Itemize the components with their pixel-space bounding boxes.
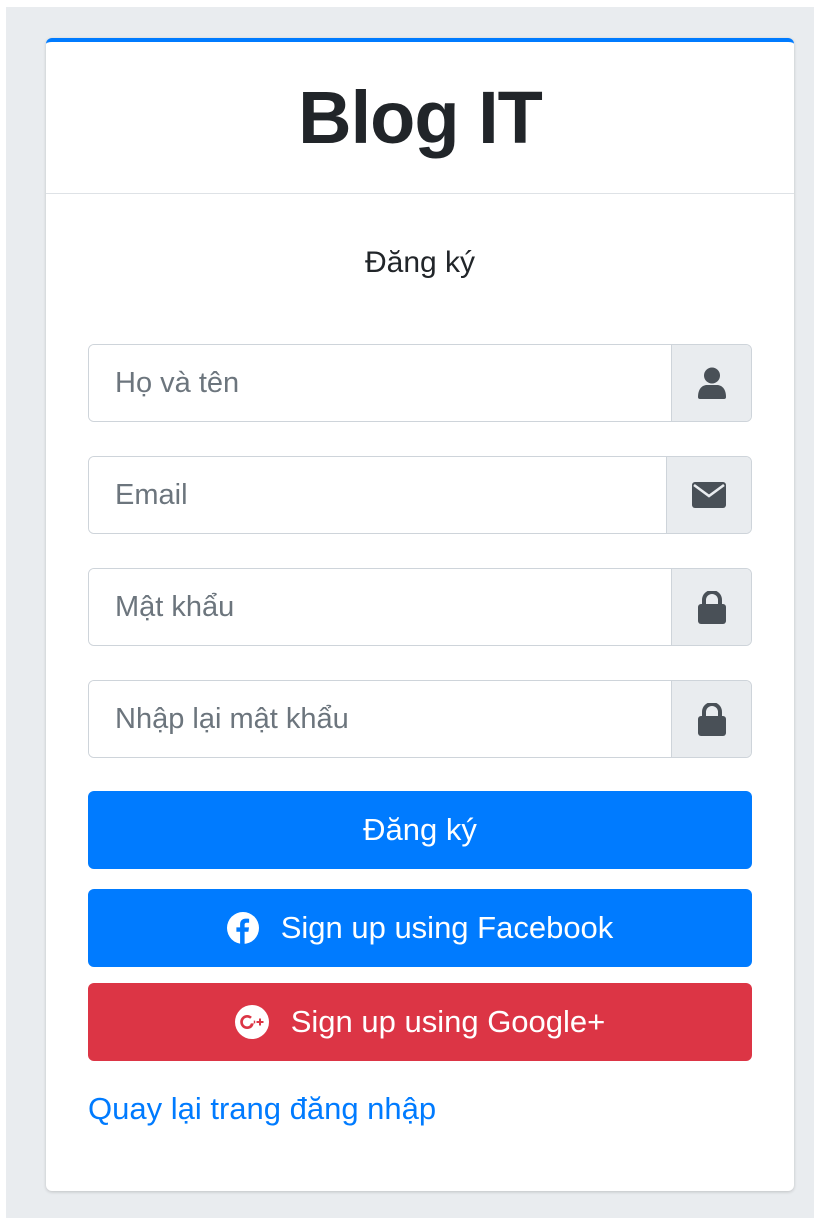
password-addon	[671, 569, 751, 645]
confirm-password-group	[88, 680, 752, 758]
google-signup-button[interactable]: Sign up using Google+	[88, 983, 752, 1061]
register-card: Blog IT Đăng ký Họ và tên Email Đăng ký …	[46, 38, 794, 1191]
full-name-input[interactable]	[89, 345, 671, 421]
back-to-login-link[interactable]: Quay lại trang đăng nhập	[88, 1091, 436, 1127]
google-signup-label: Sign up using Google+	[290, 1004, 606, 1039]
brand-logo-text[interactable]: Blog IT	[298, 75, 543, 160]
card-header: Blog IT	[46, 42, 794, 194]
form-title: Đăng ký	[364, 246, 476, 279]
email-addon	[666, 457, 751, 533]
confirm-password-input[interactable]	[89, 681, 671, 757]
envelope-icon	[692, 482, 726, 508]
facebook-icon	[226, 912, 259, 944]
email-group	[88, 456, 752, 534]
full-name-addon	[671, 345, 751, 421]
password-group	[88, 568, 752, 646]
email-input[interactable]	[89, 457, 666, 533]
full-name-group	[88, 344, 752, 422]
lock-icon	[697, 590, 726, 624]
register-button-label: Đăng ký	[363, 812, 477, 847]
facebook-signup-button[interactable]: Sign up using Facebook	[88, 889, 752, 967]
google-plus-icon	[234, 1005, 269, 1039]
user-icon	[697, 367, 726, 399]
lock-icon	[697, 702, 726, 736]
register-button[interactable]: Đăng ký	[88, 791, 752, 869]
card-body: Đăng ký Họ và tên Email Đăng ký Sign up …	[46, 246, 794, 1127]
confirm-password-addon	[671, 681, 751, 757]
facebook-signup-label: Sign up using Facebook	[280, 910, 614, 945]
password-input[interactable]	[89, 569, 671, 645]
register-form: Đăng ký Sign up using Facebook	[88, 344, 752, 1127]
